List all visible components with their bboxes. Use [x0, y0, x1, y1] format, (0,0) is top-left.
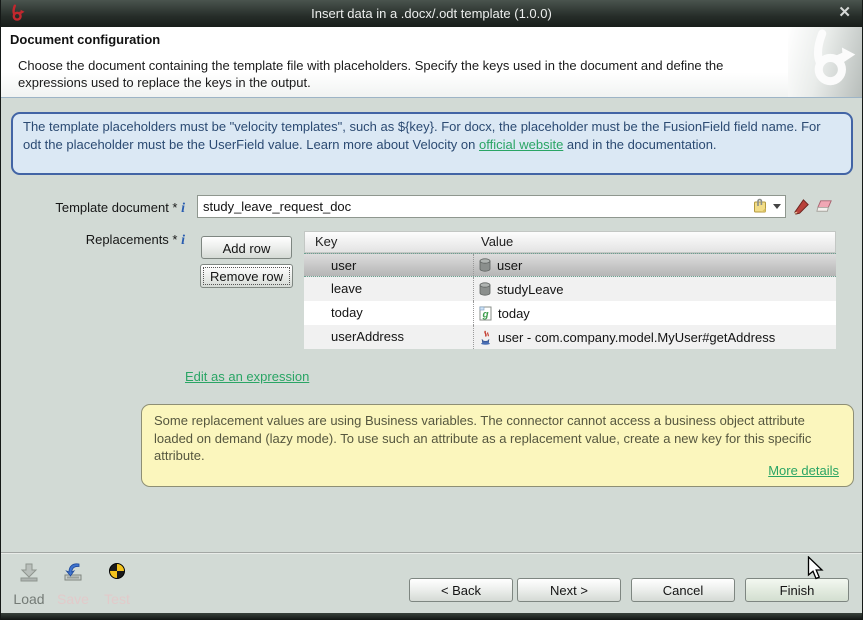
window-bottom-edge — [1, 613, 862, 620]
info-icon: i — [181, 233, 185, 248]
document-attachment-icon — [752, 198, 768, 214]
save-label: Save — [51, 591, 95, 607]
page-title: Document configuration — [10, 32, 160, 47]
row-value: studyLeave — [497, 278, 564, 301]
row-key: user — [304, 254, 474, 276]
replacements-label: Replacements * i — [1, 232, 185, 249]
info-icon: i — [181, 201, 185, 216]
template-document-input[interactable]: study_leave_request_doc — [197, 195, 786, 218]
dropdown-arrow-icon[interactable] — [773, 204, 781, 209]
test-tool-button[interactable]: Test — [95, 560, 139, 607]
row-value: today — [498, 302, 530, 325]
test-icon — [105, 560, 129, 584]
info-banner-text-after: and in the documentation. — [563, 137, 716, 152]
business-variable-icon — [479, 282, 491, 296]
table-row[interactable]: today g today — [304, 301, 836, 325]
template-document-label: Template document * i — [1, 200, 185, 217]
footer-separator — [1, 552, 862, 553]
column-header-value[interactable]: Value — [475, 232, 835, 252]
edit-as-expression-link[interactable]: Edit as an expression — [185, 369, 309, 384]
svg-text:g: g — [481, 309, 488, 320]
header-logo-panel — [788, 27, 862, 97]
finish-button[interactable]: Finish — [745, 578, 849, 602]
cancel-button[interactable]: Cancel — [631, 578, 735, 602]
column-header-key[interactable]: Key — [305, 232, 475, 252]
next-button[interactable]: Next > — [517, 578, 621, 602]
close-button[interactable]: ✕ — [838, 0, 851, 26]
groovy-script-icon: g — [479, 306, 492, 321]
row-key: userAddress — [304, 325, 474, 349]
test-label: Test — [95, 591, 139, 607]
table-row[interactable]: leave studyLeave — [304, 277, 836, 301]
warning-text: Some replacement values are using Busine… — [154, 413, 811, 463]
wizard-header: Document configuration Choose the docume… — [1, 27, 862, 98]
titlebar: Insert data in a .docx/.odt template (1.… — [1, 0, 862, 27]
template-document-label-text: Template document * — [55, 200, 177, 215]
page-description: Choose the document containing the templ… — [18, 57, 780, 91]
add-row-button[interactable]: Add row — [201, 236, 292, 259]
save-tool-button[interactable]: Save — [51, 560, 95, 607]
template-document-value: study_leave_request_doc — [203, 196, 351, 217]
window-title: Insert data in a .docx/.odt template (1.… — [1, 0, 862, 27]
java-method-icon — [479, 330, 492, 345]
edit-pencil-icon[interactable] — [792, 197, 811, 216]
official-website-link[interactable]: official website — [479, 137, 563, 152]
back-button[interactable]: < Back — [409, 578, 513, 602]
row-key: leave — [304, 277, 474, 301]
load-tool-button[interactable]: Load — [7, 560, 51, 607]
bonitasoft-watermark-icon — [799, 29, 857, 95]
more-details-link[interactable]: More details — [768, 462, 839, 480]
table-row[interactable]: userAddress user - com.company.model.MyU… — [304, 325, 836, 349]
table-header: Key Value — [304, 231, 836, 253]
row-key: today — [304, 301, 474, 325]
table-row[interactable]: user user — [304, 253, 836, 277]
warning-banner: Some replacement values are using Busine… — [141, 404, 854, 487]
save-icon — [61, 560, 85, 584]
load-label: Load — [7, 591, 51, 607]
business-variable-icon — [479, 258, 491, 272]
row-value: user - com.company.model.MyUser#getAddre… — [498, 326, 775, 349]
remove-row-button[interactable]: Remove row — [200, 264, 293, 288]
replacements-table: Key Value user user leave studyLeave — [304, 231, 836, 349]
row-value: user — [497, 254, 522, 277]
eraser-icon[interactable] — [815, 197, 834, 216]
load-icon — [17, 560, 41, 584]
dialog-window: Insert data in a .docx/.odt template (1.… — [0, 0, 863, 620]
replacements-label-text: Replacements * — [86, 232, 178, 247]
info-banner: The template placeholders must be "veloc… — [11, 112, 853, 175]
